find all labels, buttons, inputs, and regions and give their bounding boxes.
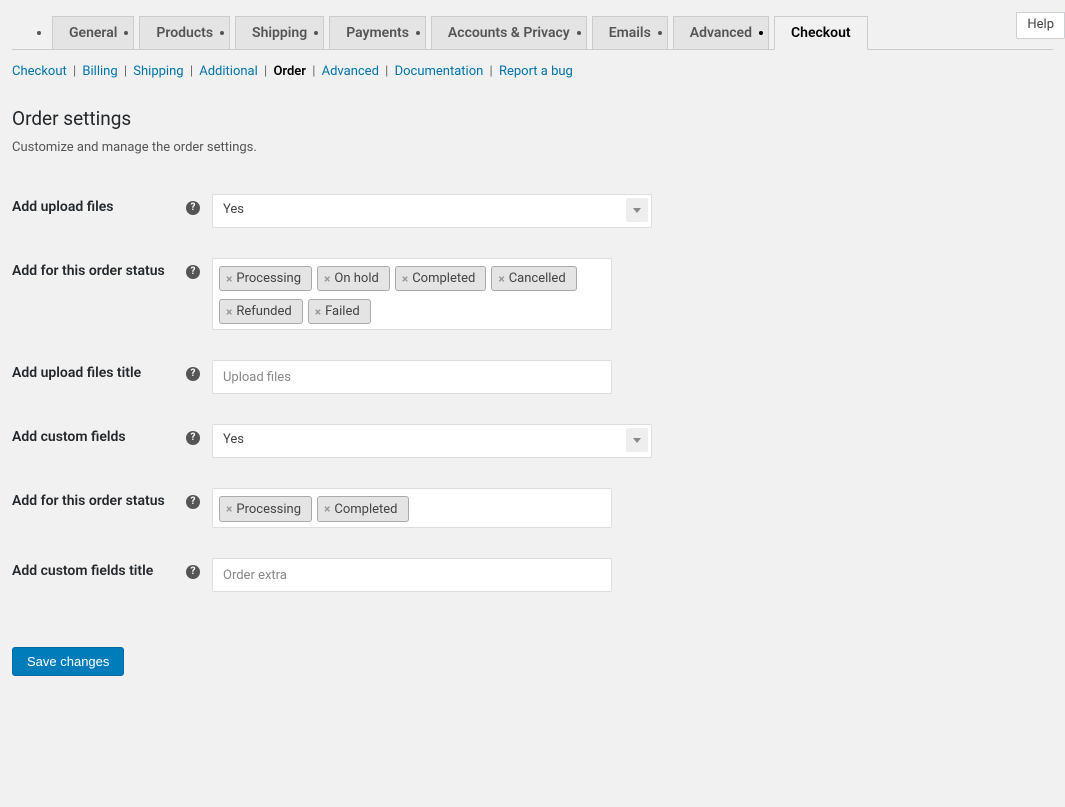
help-icon[interactable]: ? — [186, 495, 200, 509]
sublink-checkout[interactable]: Checkout — [12, 64, 67, 79]
input-upload-files-title[interactable] — [212, 360, 612, 394]
sublink-advanced[interactable]: Advanced — [322, 64, 379, 79]
tab-products[interactable]: Products — [139, 16, 230, 50]
multiselect-order-status-2[interactable]: × Processing × Completed — [212, 488, 612, 528]
sublink-shipping[interactable]: Shipping — [133, 64, 183, 79]
tag-refunded: × Refunded — [219, 299, 303, 324]
tag-label: Processing — [236, 271, 301, 286]
select-add-upload-files[interactable]: Yes — [212, 194, 652, 228]
tab-advanced[interactable]: Advanced — [673, 16, 769, 50]
help-icon[interactable]: ? — [186, 201, 200, 215]
select-add-custom-fields[interactable]: Yes — [212, 424, 652, 458]
tag-failed: × Failed — [308, 299, 371, 324]
page-description: Customize and manage the order settings. — [12, 140, 1053, 155]
sublink-additional[interactable]: Additional — [199, 64, 258, 79]
tag-label: On hold — [334, 271, 378, 286]
tag-processing: × Processing — [219, 266, 312, 291]
close-icon[interactable]: × — [226, 272, 232, 286]
sublink-report-bug[interactable]: Report a bug — [499, 64, 573, 79]
separator: | — [312, 64, 315, 79]
tag-label: Failed — [325, 304, 360, 319]
close-icon[interactable]: × — [226, 305, 232, 319]
help-icon[interactable]: ? — [186, 565, 200, 579]
tag-on-hold: × On hold — [317, 266, 390, 291]
tag-label: Completed — [334, 502, 397, 517]
field-label-upload-files-title: Add upload files title — [12, 365, 141, 381]
chevron-down-icon — [626, 428, 648, 452]
close-icon[interactable]: × — [498, 272, 504, 286]
page-title: Order settings — [12, 107, 1053, 130]
sublink-order[interactable]: Order — [273, 64, 306, 79]
sublink-billing[interactable]: Billing — [82, 64, 117, 79]
tag-label: Processing — [236, 502, 301, 517]
separator: | — [385, 64, 388, 79]
separator: | — [124, 64, 127, 79]
separator: | — [190, 64, 193, 79]
separator: | — [490, 64, 493, 79]
close-icon[interactable]: × — [315, 305, 321, 319]
select-value: Yes — [223, 202, 244, 217]
close-icon[interactable]: × — [324, 272, 330, 286]
help-button[interactable]: Help — [1016, 12, 1065, 39]
form-table: Add upload files ? Yes Add for this orde… — [12, 179, 652, 607]
sublink-documentation[interactable]: Documentation — [395, 64, 484, 79]
help-icon[interactable]: ? — [186, 367, 200, 381]
close-icon[interactable]: × — [402, 272, 408, 286]
tab-shipping[interactable]: Shipping — [235, 16, 324, 50]
help-icon[interactable]: ? — [186, 431, 200, 445]
tab-accounts-privacy[interactable]: Accounts & Privacy — [431, 16, 587, 50]
tag-cancelled: × Cancelled — [491, 266, 576, 291]
close-icon[interactable]: × — [324, 502, 330, 516]
close-icon[interactable]: × — [226, 502, 232, 516]
select-value: Yes — [223, 432, 244, 447]
separator: | — [73, 64, 76, 79]
field-label-order-status-2: Add for this order status — [12, 493, 165, 509]
tag-completed: × Completed — [395, 266, 486, 291]
tag-processing: × Processing — [219, 496, 312, 522]
multiselect-order-status-1[interactable]: × Processing × On hold × Completed × Cancell… — [212, 258, 612, 330]
field-label-upload-files: Add upload files — [12, 199, 113, 215]
field-label-custom-fields-title: Add custom fields title — [12, 563, 153, 579]
tag-label: Completed — [412, 271, 475, 286]
field-label-custom-fields: Add custom fields — [12, 429, 126, 445]
tab-general[interactable]: General — [52, 16, 134, 50]
tag-label: Refunded — [236, 304, 291, 319]
separator: | — [264, 64, 267, 79]
subsubsub: Checkout | Billing | Shipping | Addition… — [12, 64, 1065, 79]
tab-payments[interactable]: Payments — [329, 16, 426, 50]
input-custom-fields-title[interactable] — [212, 558, 612, 592]
nav-tabs: General Products Shipping Payments Accou… — [12, 16, 1053, 50]
tab-checkout[interactable]: Checkout — [774, 16, 868, 50]
help-icon[interactable]: ? — [186, 265, 200, 279]
field-label-order-status-1: Add for this order status — [12, 263, 165, 279]
save-button[interactable]: Save changes — [12, 647, 124, 676]
tag-label: Cancelled — [509, 271, 566, 286]
tag-completed: × Completed — [317, 496, 408, 522]
chevron-down-icon — [626, 198, 648, 222]
